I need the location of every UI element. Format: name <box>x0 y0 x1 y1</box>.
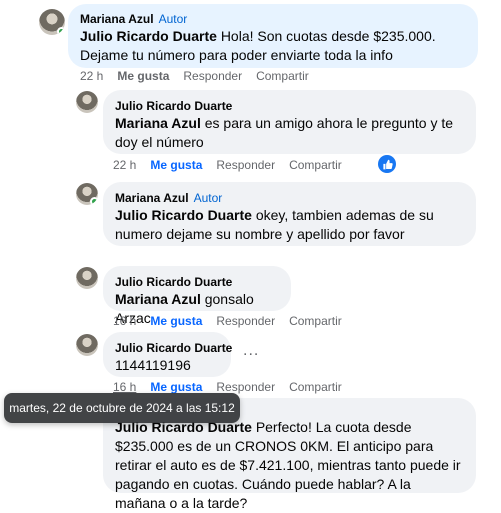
comment-time[interactable]: 16 h <box>113 313 136 329</box>
comment-text: Julio Ricardo Duarte Hola! Son cuotas de… <box>80 28 436 63</box>
avatar[interactable] <box>76 183 98 205</box>
comment-text: Julio Ricardo Duarte okey, tambien adema… <box>115 207 434 242</box>
reply-button[interactable]: Responder <box>183 68 242 84</box>
like-button[interactable]: Me gusta <box>117 68 169 84</box>
share-button[interactable]: Compartir <box>256 68 309 84</box>
online-status-dot <box>57 27 65 35</box>
mention-link[interactable]: Julio Ricardo Duarte <box>80 28 217 44</box>
mention-link[interactable]: Mariana Azul <box>115 291 201 307</box>
avatar[interactable] <box>76 267 98 289</box>
comment-author[interactable]: Julio Ricardo Duarte <box>115 274 279 290</box>
comment-actions: 22 h Me gusta Responder Compartir <box>80 68 309 84</box>
like-reaction-badge[interactable] <box>378 155 396 173</box>
comment-author[interactable]: Mariana Azul <box>115 191 189 205</box>
online-status-dot <box>90 197 98 205</box>
mention-link[interactable]: Mariana Azul <box>115 115 201 131</box>
comment-bubble: Julio Ricardo Duarte Mariana Azul es par… <box>103 90 476 154</box>
comment-author[interactable]: Julio Ricardo Duarte <box>115 340 232 356</box>
avatar[interactable] <box>39 9 65 35</box>
mention-link[interactable]: Julio Ricardo Duarte <box>115 207 252 223</box>
reply-button[interactable]: Responder <box>216 313 275 329</box>
comment-actions: 22 h Me gusta Responder Compartir <box>113 157 342 173</box>
comment-bubble: Julio Ricardo Duarte Mariana Azul gonsal… <box>103 266 291 326</box>
author-badge: Autor <box>193 191 223 205</box>
reply-button[interactable]: Responder <box>216 157 275 173</box>
like-button[interactable]: Me gusta <box>150 313 202 329</box>
avatar[interactable] <box>76 91 98 113</box>
comment-bubble: Mariana Azul Autor Julio Ricardo Duarte o… <box>103 182 476 246</box>
comment-author[interactable]: Julio Ricardo Duarte <box>115 98 464 114</box>
author-badge: Autor <box>158 12 188 26</box>
timestamp-tooltip: martes, 22 de octubre de 2024 a las 15:1… <box>4 393 240 423</box>
comment-actions: 16 h Me gusta Responder Compartir <box>113 313 342 329</box>
comment-text: Julio Ricardo Duarte Perfecto! La cuota … <box>115 419 461 511</box>
comment-bubble: Mariana Azul Autor Julio Ricardo Duarte H… <box>68 4 478 68</box>
comment-author[interactable]: Mariana Azul <box>80 12 154 26</box>
like-icon <box>382 159 393 169</box>
comment-text: 1144119196 <box>115 357 191 373</box>
more-options-icon[interactable]: ... <box>243 342 259 360</box>
like-button[interactable]: Me gusta <box>150 157 202 173</box>
share-button[interactable]: Compartir <box>289 379 342 395</box>
comment-time[interactable]: 22 h <box>113 157 136 173</box>
comment-time[interactable]: 22 h <box>80 68 103 84</box>
avatar[interactable] <box>76 334 98 356</box>
share-button[interactable]: Compartir <box>289 157 342 173</box>
comment-bubble: Julio Ricardo Duarte 1144119196 <box>103 332 232 377</box>
share-button[interactable]: Compartir <box>289 313 342 329</box>
comment-text: Mariana Azul es para un amigo ahora le p… <box>115 115 454 150</box>
